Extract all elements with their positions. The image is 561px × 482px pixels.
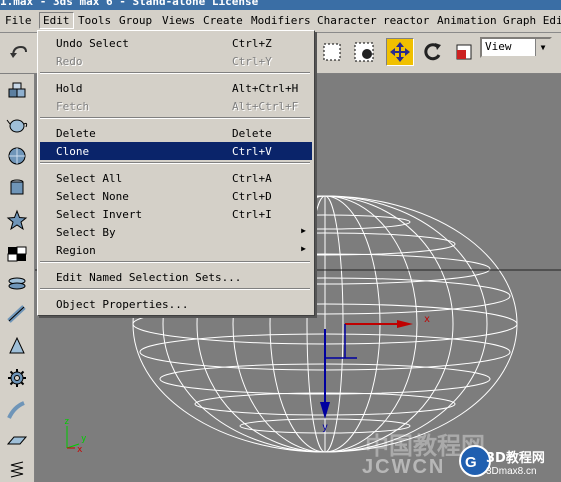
- view-select-value: View: [485, 40, 512, 53]
- rotate-icon[interactable]: [418, 38, 446, 66]
- select-region-icon[interactable]: [318, 38, 346, 66]
- menu-item-undo-select[interactable]: Undo Select Ctrl+Z: [40, 34, 312, 52]
- menu-item-edit-named-selection-sets[interactable]: Edit Named Selection Sets...: [40, 268, 312, 286]
- plane-icon[interactable]: [5, 428, 29, 452]
- axis-z-label: z: [64, 417, 69, 427]
- menu-item-redo: Redo Ctrl+Y: [56, 55, 272, 68]
- menu-graph-editors[interactable]: Graph Edit: [503, 14, 561, 27]
- spring-icon[interactable]: [5, 456, 29, 480]
- menu-animation[interactable]: Animation: [437, 14, 497, 27]
- menu-edit[interactable]: Edit: [39, 12, 74, 29]
- menu-file[interactable]: File: [5, 14, 32, 27]
- edit-dropdown-menu: Undo Select Ctrl+Z Redo Ctrl+Y Hold Alt+Ctr…: [37, 30, 315, 316]
- gizmo-x-label: x: [424, 314, 430, 325]
- tube-icon[interactable]: [5, 302, 29, 326]
- menu-item-select-none[interactable]: Select None Ctrl+D: [40, 187, 312, 205]
- menu-item-select-all[interactable]: Select All Ctrl+A: [40, 169, 312, 187]
- select-object-icon[interactable]: [350, 38, 378, 66]
- menu-item-clone[interactable]: Clone Ctrl+V: [40, 142, 312, 160]
- menu-group[interactable]: Group: [119, 14, 152, 27]
- menu-character[interactable]: Character: [317, 14, 377, 27]
- menu-item-select-by[interactable]: Select By ▶: [40, 223, 312, 241]
- teapot-icon[interactable]: [5, 112, 29, 136]
- menu-item-hold[interactable]: Hold Alt+Ctrl+H: [40, 79, 312, 97]
- scale-icon[interactable]: [450, 38, 478, 66]
- checker-icon[interactable]: [5, 242, 29, 266]
- gizmo-y-label: y: [322, 422, 328, 433]
- reference-coordinate-select[interactable]: View ▼: [480, 37, 552, 58]
- svg-text:G: G: [465, 454, 477, 471]
- menu-item-object-properties[interactable]: Object Properties...: [40, 295, 312, 313]
- menu-reactor[interactable]: reactor: [383, 14, 429, 27]
- title-bar: 1.max - 3ds max 6 - Stand-alone License: [0, 0, 561, 10]
- menu-item-fetch: Fetch Alt+Ctrl+F: [56, 100, 299, 113]
- menu-item-region[interactable]: Region ▶: [40, 241, 312, 259]
- menu-tools[interactable]: Tools: [78, 14, 111, 27]
- watermark-logo: JCWCN: [362, 456, 446, 478]
- move-icon[interactable]: [386, 38, 414, 66]
- menu-separator: [40, 117, 310, 119]
- menu-separator: [40, 261, 310, 263]
- submenu-arrow-icon: ▶: [301, 226, 306, 235]
- torus-icon[interactable]: [5, 272, 29, 296]
- hose-icon[interactable]: [5, 398, 29, 422]
- menu-item-delete[interactable]: Delete Delete: [40, 124, 312, 142]
- left-toolbar: [0, 74, 35, 482]
- menu-item-select-invert[interactable]: Select Invert Ctrl+I: [40, 205, 312, 223]
- menu-separator: [40, 72, 310, 74]
- axis-x-label: x: [77, 445, 83, 455]
- watermark-site-cn: 3D教程网: [486, 451, 545, 466]
- menu-modifiers[interactable]: Modifiers: [251, 14, 311, 27]
- sphere-icon[interactable]: [5, 144, 29, 168]
- menu-separator: [40, 162, 310, 164]
- axis-y-label: y: [81, 434, 87, 444]
- window-title: 1.max - 3ds max 6 - Stand-alone License: [0, 0, 259, 8]
- gear-icon[interactable]: [5, 366, 29, 390]
- undo-icon[interactable]: [5, 38, 33, 66]
- submenu-arrow-icon: ▶: [301, 244, 306, 253]
- menu-separator: [40, 288, 310, 290]
- cylinder-icon[interactable]: [5, 176, 29, 200]
- watermark-site: 3Dmax8.cn: [486, 466, 537, 477]
- pyramid-icon[interactable]: [5, 334, 29, 358]
- box-icon[interactable]: [5, 80, 29, 104]
- star-icon[interactable]: [5, 208, 29, 232]
- menu-create[interactable]: Create: [203, 14, 243, 27]
- menu-views[interactable]: Views: [162, 14, 195, 27]
- chevron-down-icon[interactable]: ▼: [535, 39, 550, 56]
